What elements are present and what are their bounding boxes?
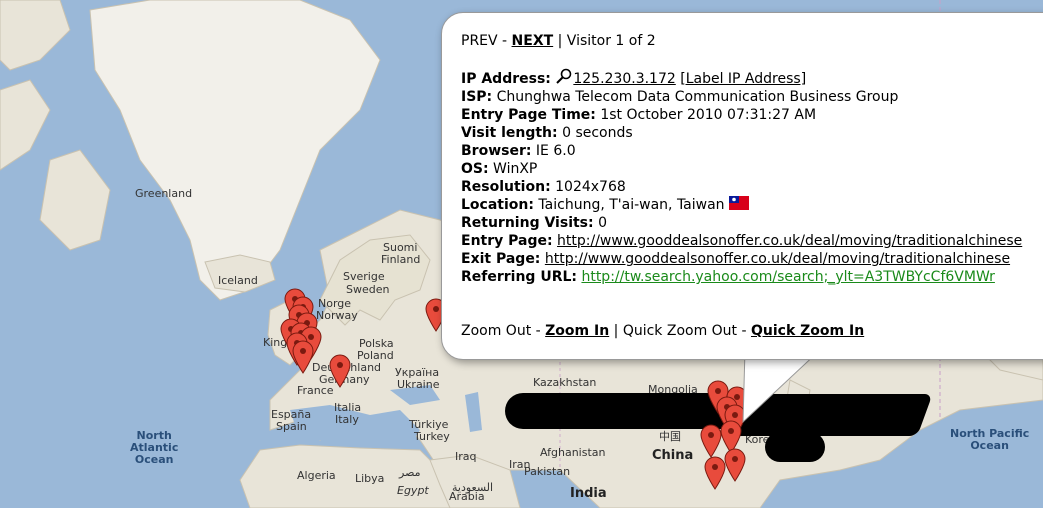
location-label: Location:: [461, 197, 534, 213]
zoom-separator: -: [531, 323, 546, 339]
label-italy: Italy: [335, 413, 359, 426]
prev-label[interactable]: PREV: [461, 33, 498, 49]
label-ukraine: Ukraine: [397, 378, 440, 391]
visit-length-value: 0 seconds: [562, 125, 633, 141]
label-china: China: [652, 448, 694, 463]
exit-page-row: Exit Page: http://www.gooddealsonoffer.c…: [461, 250, 1043, 268]
label-greenland: Greenland: [135, 187, 193, 200]
resolution-row: Resolution: 1024x768: [461, 178, 1043, 196]
visit-length-label: Visit length:: [461, 125, 558, 141]
entry-time-label: Entry Page Time:: [461, 107, 596, 123]
label-algeria: Algeria: [297, 469, 336, 482]
map-marker-pin[interactable]: [704, 456, 726, 490]
ocean-line: Ocean: [970, 439, 1009, 452]
browser-label: Browser:: [461, 143, 532, 159]
os-row: OS: WinXP: [461, 160, 1043, 178]
zoom-separator: -: [737, 323, 751, 339]
ip-address-link[interactable]: 125.230.3.172: [573, 71, 675, 87]
entry-page-label: Entry Page:: [461, 233, 553, 249]
returning-value: 0: [598, 215, 607, 231]
label-sverige: Sverige: [343, 270, 385, 283]
isp-label: ISP:: [461, 89, 493, 105]
label-libya: Libya: [355, 472, 385, 485]
popup-tail: [742, 350, 821, 424]
resolution-value: 1024x768: [555, 179, 626, 195]
label-north-pacific-ocean: North Pacific Ocean: [950, 428, 1029, 452]
zoom-separator: |: [609, 323, 623, 339]
quick-zoom-out-label[interactable]: Quick Zoom Out: [623, 323, 737, 339]
resolution-label: Resolution:: [461, 179, 551, 195]
label-china-zh: 中国: [659, 430, 681, 443]
returning-label: Returning Visits:: [461, 215, 594, 231]
label-afghanistan: Afghanistan: [540, 446, 606, 459]
returning-row: Returning Visits: 0: [461, 214, 1043, 232]
label-india: India: [570, 486, 607, 501]
nav-separator: |: [553, 33, 567, 49]
exit-page-label: Exit Page:: [461, 251, 541, 267]
label-finland: Finland: [381, 253, 421, 266]
label-kazakhstan: Kazakhstan: [533, 376, 597, 389]
map-marker-pin[interactable]: [724, 448, 746, 482]
label-egypt: Egypt: [397, 484, 429, 497]
zoom-in-link[interactable]: Zoom In: [545, 323, 609, 339]
ip-label: IP Address:: [461, 71, 551, 87]
label-pakistan: Pakistan: [524, 465, 571, 478]
location-row: Location: Taichung, T'ai-wan, Taiwan: [461, 196, 1043, 214]
referring-url-link[interactable]: http://tw.search.yahoo.com/search;_ylt=A…: [581, 269, 994, 285]
location-value: Taichung, T'ai-wan, Taiwan: [538, 197, 725, 213]
popup-content: PREV - NEXT | Visitor 1 of 2 IP Address:…: [461, 32, 1043, 340]
map-marker-pin[interactable]: [292, 340, 314, 374]
visitor-info-popup: PREV - NEXT | Visitor 1 of 2 IP Address:…: [441, 12, 1043, 360]
visit-length-row: Visit length: 0 seconds: [461, 124, 1043, 142]
exit-page-link[interactable]: http://www.gooddealsonoffer.co.uk/deal/m…: [545, 251, 1010, 267]
os-value: WinXP: [493, 161, 538, 177]
nav-separator: -: [497, 33, 512, 49]
map-marker-pin[interactable]: [700, 424, 722, 458]
taiwan-flag-icon: [729, 196, 750, 210]
entry-time-row: Entry Page Time: 1st October 2010 07:31:…: [461, 106, 1043, 124]
redaction-bar: [765, 432, 825, 462]
os-label: OS:: [461, 161, 489, 177]
entry-page-row: Entry Page: http://www.gooddealsonoffer.…: [461, 232, 1043, 250]
label-turkey: Turkey: [414, 430, 450, 443]
referring-label: Referring URL:: [461, 269, 577, 285]
browser-value: IE 6.0: [535, 143, 576, 159]
entry-page-link[interactable]: http://www.gooddealsonoffer.co.uk/deal/m…: [557, 233, 1022, 249]
label-north-atlantic-ocean: North Atlantic Ocean: [130, 430, 178, 466]
isp-row: ISP: Chunghwa Telecom Data Communication…: [461, 88, 1043, 106]
label-iceland: Iceland: [218, 274, 258, 287]
magnifier-icon[interactable]: [555, 68, 573, 84]
label-misr: مصر: [399, 466, 421, 479]
label-saudi-arabia: Arabia: [449, 490, 485, 503]
map-marker-pin[interactable]: [329, 354, 351, 388]
ip-row: IP Address: 125.230.3.172 [Label IP Addr…: [461, 68, 1043, 88]
browser-row: Browser: IE 6.0: [461, 142, 1043, 160]
zoom-out-label[interactable]: Zoom Out: [461, 323, 531, 339]
label-spain: Spain: [276, 420, 307, 433]
isp-value: Chunghwa Telecom Data Communication Busi…: [496, 89, 899, 105]
visitor-count: Visitor 1 of 2: [566, 33, 656, 49]
next-link[interactable]: NEXT: [512, 33, 554, 49]
visitor-nav: PREV - NEXT | Visitor 1 of 2: [461, 32, 1043, 50]
referring-row: Referring URL: http://tw.search.yahoo.co…: [461, 268, 1043, 286]
label-iraq: Iraq: [455, 450, 477, 463]
label-sweden: Sweden: [346, 283, 390, 296]
zoom-controls: Zoom Out - Zoom In | Quick Zoom Out - Qu…: [461, 322, 1043, 340]
entry-time-value: 1st October 2010 07:31:27 AM: [600, 107, 817, 123]
ocean-line: Ocean: [134, 453, 174, 466]
label-norway: Norway: [316, 309, 358, 322]
quick-zoom-in-link[interactable]: Quick Zoom In: [751, 323, 864, 339]
label-ip-address-link[interactable]: [Label IP Address]: [680, 71, 806, 87]
